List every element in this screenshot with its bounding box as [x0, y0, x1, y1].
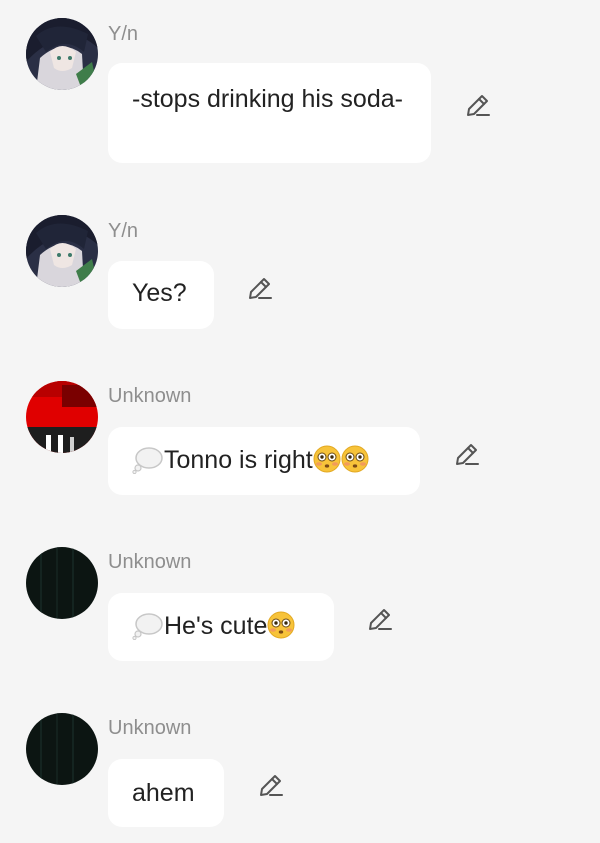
sender-name: Y/n — [108, 220, 139, 242]
thought-bubble-icon — [132, 613, 163, 640]
message-text: He's cute — [164, 612, 268, 640]
message-text: Yes? — [132, 279, 187, 307]
sender-name: Unknown — [108, 385, 192, 407]
pencil-icon[interactable] — [366, 605, 394, 633]
message-text: -stops drinking his soda- — [132, 85, 403, 113]
message-bubble[interactable]: Tonno is right — [108, 427, 420, 495]
pencil-icon[interactable] — [453, 440, 481, 468]
avatar[interactable] — [26, 381, 98, 453]
flushed-face-emoji — [313, 445, 341, 473]
avatar[interactable] — [26, 713, 98, 785]
sender-name: Unknown — [108, 551, 192, 573]
avatar[interactable] — [26, 215, 98, 287]
avatar[interactable] — [26, 18, 98, 90]
thought-bubble-icon — [132, 447, 163, 474]
message-text: ahem — [132, 779, 195, 807]
pencil-icon[interactable] — [246, 274, 274, 302]
flushed-face-emoji — [341, 445, 369, 473]
flushed-face-emoji — [267, 611, 295, 639]
message-text: Tonno is right — [164, 446, 313, 474]
message-bubble[interactable]: He's cute — [108, 593, 334, 661]
sender-name: Y/n — [108, 23, 139, 45]
chat-list: Y/n -stops drinking his soda- Y/n Yes? U… — [0, 0, 600, 843]
message-bubble[interactable]: Yes? — [108, 261, 214, 329]
pencil-icon[interactable] — [257, 771, 285, 799]
message-bubble[interactable]: ahem — [108, 759, 224, 827]
sender-name: Unknown — [108, 717, 192, 739]
message-bubble[interactable]: -stops drinking his soda- — [108, 63, 431, 163]
pencil-icon[interactable] — [464, 91, 492, 119]
avatar[interactable] — [26, 547, 98, 619]
